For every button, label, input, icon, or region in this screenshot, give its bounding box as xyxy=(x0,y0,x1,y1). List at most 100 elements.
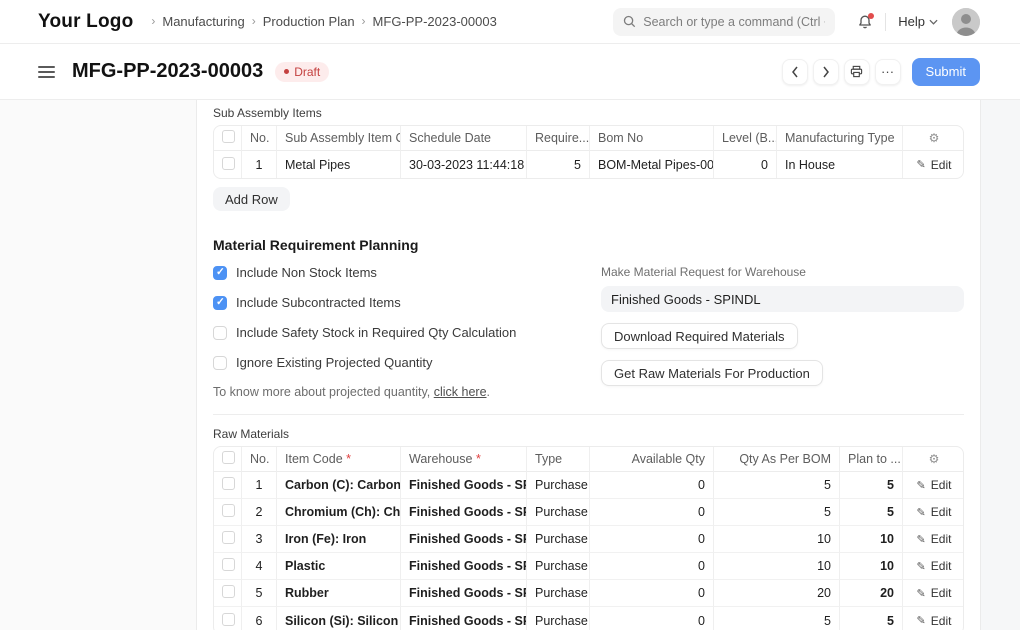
edit-row-button[interactable]: ✎ Edit xyxy=(917,614,952,628)
sidebar-toggle-icon[interactable] xyxy=(38,65,55,78)
cell-plan-to[interactable]: 5 xyxy=(840,499,903,526)
app-logo[interactable]: Your Logo xyxy=(38,11,133,33)
checkbox-icon[interactable] xyxy=(213,265,227,280)
sub-assembly-add-row-button[interactable]: Add Row xyxy=(213,187,290,211)
table-row: 1 Metal Pipes 30-03-2023 11:44:18 5 BOM-… xyxy=(214,151,963,178)
next-document-button[interactable] xyxy=(812,58,839,85)
col-type: Type xyxy=(527,447,590,472)
cell-type[interactable]: Purchase xyxy=(527,472,590,499)
cell-item-code[interactable]: Carbon (C): Carbon xyxy=(277,472,401,499)
row-checkbox[interactable] xyxy=(222,558,235,571)
header-actions: ··· Submit xyxy=(781,57,980,86)
download-required-materials-button[interactable]: Download Required Materials xyxy=(601,323,798,349)
cell-warehouse[interactable]: Finished Goods - SPINDL xyxy=(401,526,527,553)
cell-qty-as-per-bom[interactable]: 5 xyxy=(714,607,840,630)
cell-plan-to[interactable]: 5 xyxy=(840,472,903,499)
edit-row-button[interactable]: ✎ Edit xyxy=(917,532,952,546)
col-schedule-date: Schedule Date xyxy=(401,126,527,151)
form-body: Sub Assembly Items No. Sub Assembly Item… xyxy=(197,100,980,630)
cell-warehouse[interactable]: Finished Goods - SPINDL xyxy=(401,499,527,526)
cell-item-code[interactable]: Iron (Fe): Iron xyxy=(277,526,401,553)
cell-type[interactable]: Purchase xyxy=(527,607,590,630)
cell-bom-no[interactable]: BOM-Metal Pipes-001 xyxy=(590,151,714,178)
cell-available-qty[interactable]: 0 xyxy=(590,607,714,630)
cell-warehouse[interactable]: Finished Goods - SPINDL xyxy=(401,580,527,607)
right-gutter xyxy=(980,100,1020,630)
cell-manufacturing-type[interactable]: In House xyxy=(777,151,903,178)
table-row: 6 Silicon (Si): Silicon Finished Goods -… xyxy=(214,607,963,630)
cell-available-qty[interactable]: 0 xyxy=(590,499,714,526)
prev-document-button[interactable] xyxy=(781,58,808,85)
warehouse-input[interactable] xyxy=(601,286,964,312)
table-settings-button[interactable]: ⚙ xyxy=(903,126,963,151)
checkbox-icon[interactable] xyxy=(213,295,227,310)
submit-button[interactable]: Submit xyxy=(911,57,980,86)
global-search[interactable] xyxy=(613,7,836,36)
row-checkbox[interactable] xyxy=(222,612,235,626)
cell-schedule-date[interactable]: 30-03-2023 11:44:18 xyxy=(401,151,527,178)
cell-warehouse[interactable]: Finished Goods - SPINDL xyxy=(401,472,527,499)
table-settings-button[interactable]: ⚙ xyxy=(903,447,963,472)
cell-plan-to[interactable]: 10 xyxy=(840,553,903,580)
col-plan-to: Plan to ... xyxy=(840,447,903,472)
cell-available-qty[interactable]: 0 xyxy=(590,526,714,553)
help-menu[interactable]: Help xyxy=(898,14,938,29)
row-checkbox[interactable] xyxy=(222,156,235,170)
breadcrumb-production-plan[interactable]: Production Plan xyxy=(263,14,355,29)
user-avatar[interactable] xyxy=(952,7,980,36)
row-checkbox[interactable] xyxy=(222,531,235,544)
cell-item-code[interactable]: Silicon (Si): Silicon xyxy=(277,607,401,630)
cell-type[interactable]: Purchase xyxy=(527,553,590,580)
cell-type[interactable]: Purchase xyxy=(527,580,590,607)
row-checkbox[interactable] xyxy=(222,477,235,490)
cell-type[interactable]: Purchase xyxy=(527,499,590,526)
pencil-icon: ✎ xyxy=(916,587,926,600)
print-button[interactable] xyxy=(843,58,870,85)
cell-available-qty[interactable]: 0 xyxy=(590,553,714,580)
ignore-projected-qty-checkbox[interactable]: Ignore Existing Projected Quantity xyxy=(213,355,585,370)
cell-type[interactable]: Purchase xyxy=(527,526,590,553)
cell-item-code[interactable]: Plastic xyxy=(277,553,401,580)
cell-plan-to[interactable]: 20 xyxy=(840,580,903,607)
printer-icon xyxy=(850,65,863,78)
projected-qty-note: To know more about projected quantity, c… xyxy=(213,385,491,399)
cell-item[interactable]: Metal Pipes xyxy=(277,151,401,178)
cell-warehouse[interactable]: Finished Goods - SPINDL xyxy=(401,607,527,630)
cell-available-qty[interactable]: 0 xyxy=(590,472,714,499)
include-subcontracted-checkbox[interactable]: Include Subcontracted Items xyxy=(213,295,585,310)
select-all-checkbox[interactable] xyxy=(222,130,235,143)
notifications-button[interactable] xyxy=(857,12,875,30)
cell-item-code[interactable]: Chromium (Ch): Chrom... xyxy=(277,499,401,526)
cell-qty-as-per-bom[interactable]: 5 xyxy=(714,499,840,526)
cell-qty-as-per-bom[interactable]: 5 xyxy=(714,472,840,499)
edit-row-button[interactable]: ✎ Edit xyxy=(917,505,952,519)
edit-row-button[interactable]: ✎ Edit xyxy=(917,478,952,492)
cell-warehouse[interactable]: Finished Goods - SPINDL xyxy=(401,553,527,580)
search-input[interactable] xyxy=(643,14,826,29)
include-safety-stock-checkbox[interactable]: Include Safety Stock in Required Qty Cal… xyxy=(213,325,585,340)
breadcrumb-manufacturing[interactable]: Manufacturing xyxy=(162,14,244,29)
checkbox-icon[interactable] xyxy=(213,355,227,370)
cell-qty-as-per-bom[interactable]: 10 xyxy=(714,526,840,553)
edit-row-button[interactable]: ✎ Edit xyxy=(917,559,952,573)
include-non-stock-checkbox[interactable]: Include Non Stock Items xyxy=(213,265,585,280)
cell-qty-as-per-bom[interactable]: 10 xyxy=(714,553,840,580)
cell-qty-as-per-bom[interactable]: 20 xyxy=(714,580,840,607)
edit-row-button[interactable]: ✎ Edit xyxy=(917,158,952,172)
get-raw-materials-button[interactable]: Get Raw Materials For Production xyxy=(601,360,823,386)
cell-level[interactable]: 0 xyxy=(714,151,777,178)
click-here-link[interactable]: click here xyxy=(434,385,487,399)
cell-required-qty[interactable]: 5 xyxy=(527,151,590,178)
checkbox-icon[interactable] xyxy=(213,325,227,340)
edit-row-button[interactable]: ✎ Edit xyxy=(917,586,952,600)
mrp-section-heading: Material Requirement Planning xyxy=(213,237,419,253)
cell-plan-to[interactable]: 10 xyxy=(840,526,903,553)
cell-available-qty[interactable]: 0 xyxy=(590,580,714,607)
cell-item-code[interactable]: Rubber xyxy=(277,580,401,607)
row-checkbox[interactable] xyxy=(222,504,235,517)
select-all-checkbox[interactable] xyxy=(222,451,235,464)
breadcrumb-current-doc[interactable]: MFG-PP-2023-00003 xyxy=(373,14,497,29)
row-checkbox[interactable] xyxy=(222,585,235,598)
more-actions-button[interactable]: ··· xyxy=(874,58,901,85)
cell-plan-to[interactable]: 5 xyxy=(840,607,903,630)
